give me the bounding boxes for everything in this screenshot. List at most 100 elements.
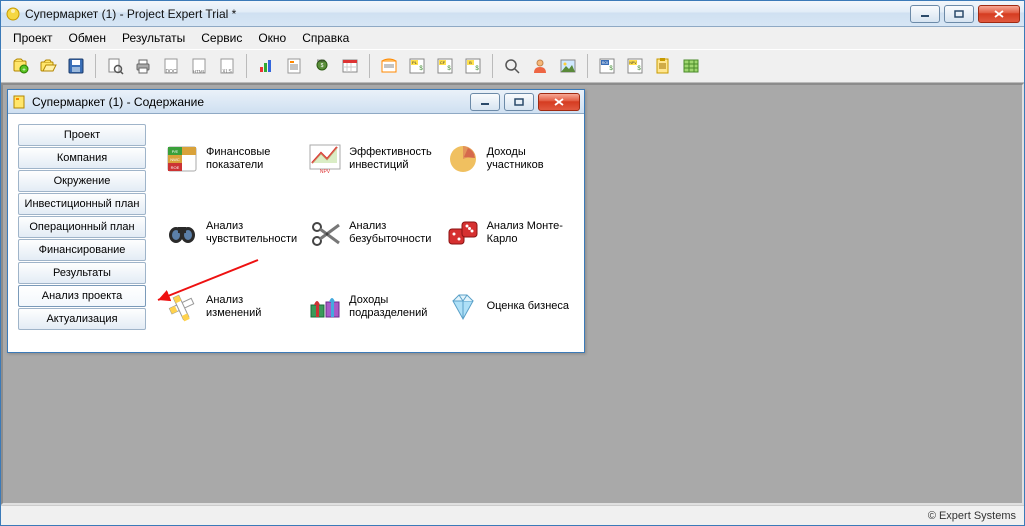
main-titlebar: Супермаркет (1) - Project Expert Trial * bbox=[1, 1, 1024, 27]
dice-icon bbox=[445, 215, 481, 251]
child-body: Проект Компания Окружение Инвестиционный… bbox=[8, 114, 584, 352]
tab-operating-plan[interactable]: Операционный план bbox=[18, 216, 146, 238]
tab-project-analysis[interactable]: Анализ проекта bbox=[18, 285, 146, 307]
tb-chart[interactable] bbox=[253, 53, 279, 79]
menu-service[interactable]: Сервис bbox=[193, 29, 250, 47]
tb-save[interactable] bbox=[63, 53, 89, 79]
content-monte-carlo[interactable]: Анализ Монте-Карло bbox=[443, 198, 574, 268]
app-icon bbox=[5, 6, 21, 22]
toolbar-separator bbox=[369, 54, 370, 78]
svg-text:DOC: DOC bbox=[165, 69, 177, 75]
toolbar-separator bbox=[492, 54, 493, 78]
tab-investment-plan[interactable]: Инвестиционный план bbox=[18, 193, 146, 215]
tb-calendar[interactable] bbox=[337, 53, 363, 79]
ratios-icon: P/E NWC ROE bbox=[164, 141, 200, 177]
minimize-button[interactable] bbox=[910, 5, 940, 23]
tb-roi[interactable]: ROI$ bbox=[594, 53, 620, 79]
menu-window[interactable]: Окно bbox=[250, 29, 294, 47]
svg-text:ROE: ROE bbox=[171, 165, 180, 170]
content-business-valuation[interactable]: Оценка бизнеса bbox=[443, 272, 574, 342]
mdi-area: Супермаркет (1) - Содержание Проект Комп… bbox=[1, 83, 1024, 505]
tb-print[interactable] bbox=[130, 53, 156, 79]
menu-project[interactable]: Проект bbox=[5, 29, 61, 47]
tb-pl[interactable]: PL$ bbox=[404, 53, 430, 79]
svg-text:P/E: P/E bbox=[172, 149, 179, 154]
child-title: Супермаркет (1) - Содержание bbox=[32, 95, 470, 109]
tab-financing[interactable]: Финансирование bbox=[18, 239, 146, 261]
child-titlebar: Супермаркет (1) - Содержание bbox=[8, 90, 584, 114]
tb-preview[interactable] bbox=[102, 53, 128, 79]
content-item-label: Анализ Монте-Карло bbox=[487, 220, 572, 246]
tb-new-project[interactable]: + bbox=[7, 53, 33, 79]
svg-text:XLS: XLS bbox=[222, 69, 232, 75]
content-item-label: Доходы подразделений bbox=[349, 294, 434, 320]
toolbar-separator bbox=[246, 54, 247, 78]
svg-text:PL: PL bbox=[412, 60, 418, 65]
svg-text:B: B bbox=[469, 60, 472, 65]
tb-picture[interactable] bbox=[555, 53, 581, 79]
crossword-icon bbox=[164, 289, 200, 325]
tb-results[interactable] bbox=[650, 53, 676, 79]
content-department-income[interactable]: Доходы подразделений bbox=[305, 272, 436, 342]
efficiency-icon: NPV bbox=[307, 141, 343, 177]
toolbar: + DOC HTML XLS $$180 PL$ CF$ B$ ROI$ NPV… bbox=[1, 49, 1024, 83]
content-grid: P/E NWC ROE Финансовые показатели NPV Эффе… bbox=[162, 124, 574, 342]
content-sensitivity-analysis[interactable]: Анализ чувствительности bbox=[162, 198, 299, 268]
tab-project[interactable]: Проект bbox=[18, 124, 146, 146]
tab-environment[interactable]: Окружение bbox=[18, 170, 146, 192]
menu-exchange[interactable]: Обмен bbox=[61, 29, 115, 47]
menubar: Проект Обмен Результаты Сервис Окно Спра… bbox=[1, 27, 1024, 49]
tb-cost[interactable]: $$180 bbox=[309, 53, 335, 79]
status-right: © Expert Systems bbox=[928, 510, 1016, 522]
tb-bs[interactable]: B$ bbox=[460, 53, 486, 79]
tb-open-project[interactable] bbox=[35, 53, 61, 79]
tb-zoom[interactable] bbox=[499, 53, 525, 79]
content-item-label: Финансовые показатели bbox=[206, 146, 297, 172]
tb-word[interactable]: DOC bbox=[158, 53, 184, 79]
tb-npv[interactable]: NPV$ bbox=[622, 53, 648, 79]
child-maximize-button[interactable] bbox=[504, 93, 534, 111]
content-item-label: Эффективность инвестиций bbox=[349, 146, 434, 172]
svg-text:NPV: NPV bbox=[320, 169, 331, 175]
tb-user[interactable] bbox=[527, 53, 553, 79]
tb-table[interactable] bbox=[678, 53, 704, 79]
side-tabs: Проект Компания Окружение Инвестиционный… bbox=[18, 124, 146, 342]
tb-content-list[interactable] bbox=[281, 53, 307, 79]
tb-cashflow[interactable] bbox=[376, 53, 402, 79]
toolbar-separator bbox=[587, 54, 588, 78]
child-close-button[interactable] bbox=[538, 93, 580, 111]
toolbar-separator bbox=[95, 54, 96, 78]
svg-text:+: + bbox=[22, 68, 26, 74]
content-breakeven-analysis[interactable]: Анализ безубыточности bbox=[305, 198, 436, 268]
tab-actualization[interactable]: Актуализация bbox=[18, 308, 146, 330]
statusbar: © Expert Systems bbox=[1, 505, 1024, 525]
tb-html[interactable]: HTML bbox=[186, 53, 212, 79]
content-change-analysis[interactable]: Анализ изменений bbox=[162, 272, 299, 342]
content-item-label: Оценка бизнеса bbox=[487, 300, 569, 313]
svg-text:NWC: NWC bbox=[170, 157, 180, 162]
menu-help[interactable]: Справка bbox=[294, 29, 357, 47]
content-item-label: Анализ чувствительности bbox=[206, 220, 297, 246]
tab-results[interactable]: Результаты bbox=[18, 262, 146, 284]
diamond-icon bbox=[445, 289, 481, 325]
child-minimize-button[interactable] bbox=[470, 93, 500, 111]
tb-excel[interactable]: XLS bbox=[214, 53, 240, 79]
svg-text:CF: CF bbox=[440, 60, 446, 65]
menu-results[interactable]: Результаты bbox=[114, 29, 193, 47]
gifts-icon bbox=[307, 289, 343, 325]
main-title: Супермаркет (1) - Project Expert Trial * bbox=[25, 7, 910, 21]
svg-text:$180: $180 bbox=[317, 59, 325, 63]
svg-text:$: $ bbox=[321, 63, 324, 69]
child-window-icon bbox=[12, 94, 28, 110]
content-item-label: Анализ безубыточности bbox=[349, 220, 434, 246]
child-window-content: Супермаркет (1) - Содержание Проект Комп… bbox=[7, 89, 585, 353]
binoculars-icon bbox=[164, 215, 200, 251]
tab-company[interactable]: Компания bbox=[18, 147, 146, 169]
content-investment-efficiency[interactable]: NPV Эффективность инвестиций bbox=[305, 124, 436, 194]
maximize-button[interactable] bbox=[944, 5, 974, 23]
main-window-controls bbox=[910, 5, 1020, 23]
content-participant-income[interactable]: Доходы участников bbox=[443, 124, 574, 194]
content-financial-indicators[interactable]: P/E NWC ROE Финансовые показатели bbox=[162, 124, 299, 194]
close-button[interactable] bbox=[978, 5, 1020, 23]
tb-cf[interactable]: CF$ bbox=[432, 53, 458, 79]
